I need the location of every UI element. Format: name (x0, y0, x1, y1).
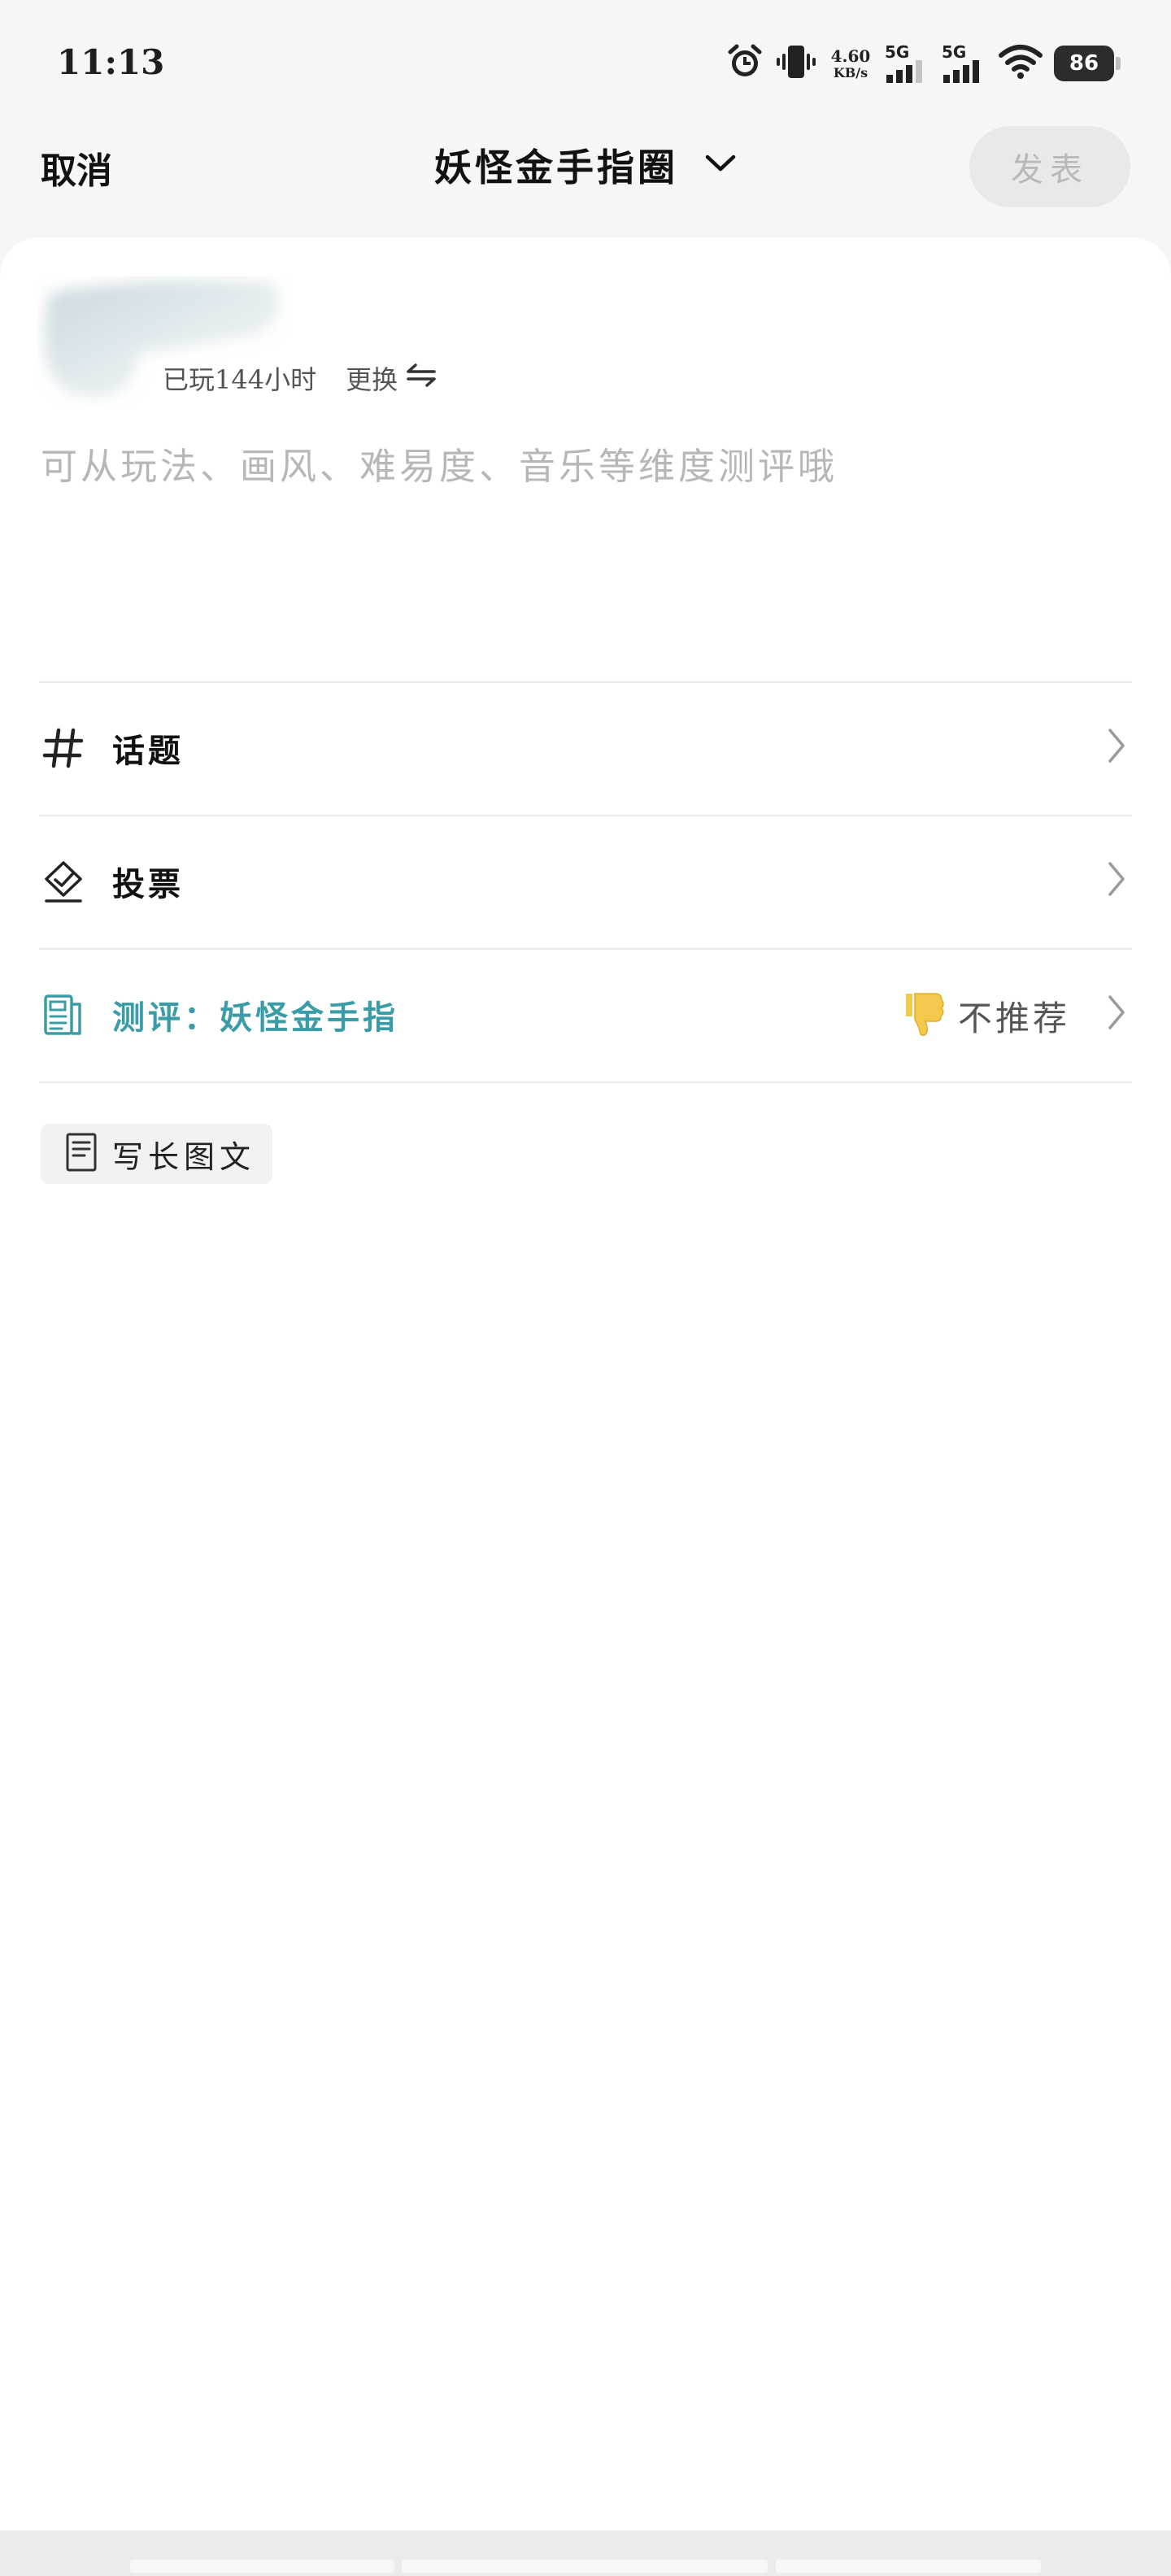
network-speed-value: 4.60 (830, 46, 871, 66)
top-navigation: 取消 妖怪金手指圈 发表 (0, 122, 1171, 211)
rating-selector[interactable]: 不推荐 (901, 990, 1070, 1041)
sim2-signal: 5G (942, 39, 987, 88)
review-text-input[interactable]: 可从玩法、画风、难易度、音乐等维度测评哦 (41, 437, 838, 490)
thumbs-down-icon (901, 990, 947, 1041)
rating-label: 不推荐 (957, 998, 1070, 1038)
keyboard-top-edge (0, 2530, 1171, 2576)
keyboard-key[interactable] (402, 2560, 768, 2573)
page-title: 妖怪金手指圈 (434, 146, 678, 189)
divider (39, 1081, 1132, 1083)
played-time-row: 已玩144小时 更换 (163, 359, 437, 397)
swap-arrows-icon (406, 363, 437, 394)
chevron-down-icon (704, 154, 737, 176)
played-time: 已玩144小时 (163, 364, 317, 395)
review-document-icon (39, 990, 88, 1039)
hashtag-icon (39, 724, 88, 772)
wifi-icon (999, 42, 1043, 85)
network-speed: 4.60 KB/s (828, 48, 873, 80)
chevron-right-icon (1106, 725, 1127, 769)
review-row[interactable]: 测评：妖怪金手指 不推荐 (39, 950, 1132, 1080)
keyboard-key[interactable] (130, 2560, 394, 2573)
chevron-right-icon (1106, 992, 1127, 1036)
topic-row[interactable]: 话题 (39, 683, 1132, 813)
signal-bars-icon (943, 60, 979, 83)
post-composer-screen: 11:13 4.60 KB/s 5G 5G 86 取消 妖怪金手指圈 发表 已玩… (0, 0, 1171, 2576)
alarm-icon (725, 42, 764, 85)
vote-label: 投票 (112, 865, 184, 903)
signal-bars-icon (886, 60, 922, 83)
status-bar: 11:13 4.60 KB/s 5G 5G 86 (0, 0, 1171, 122)
sim1-signal: 5G (885, 39, 930, 88)
network-speed-unit: KB/s (833, 64, 868, 80)
battery-indicator: 86 (1054, 46, 1121, 81)
keyboard-key[interactable] (776, 2560, 1041, 2573)
write-long-post-button[interactable]: 写长图文 (41, 1124, 272, 1184)
clock: 11:13 (57, 42, 165, 82)
document-icon (65, 1132, 98, 1176)
swap-game-button[interactable]: 更换 (346, 359, 437, 397)
review-label: 测评：妖怪金手指 (112, 999, 398, 1037)
vote-icon (39, 857, 88, 906)
publish-button[interactable]: 发表 (969, 126, 1130, 207)
swap-label: 更换 (346, 364, 398, 395)
status-icons: 4.60 KB/s 5G 5G 86 (725, 39, 1121, 88)
write-long-post-label: 写长图文 (112, 1138, 256, 1175)
composer-card: 已玩144小时 更换 可从玩法、画风、难易度、音乐等维度测评哦 话题 投票 测评… (0, 237, 1171, 2530)
chevron-right-icon (1106, 859, 1127, 903)
vote-row[interactable]: 投票 (39, 816, 1132, 946)
topic-label: 话题 (112, 732, 184, 770)
vibrate-icon (776, 42, 816, 85)
